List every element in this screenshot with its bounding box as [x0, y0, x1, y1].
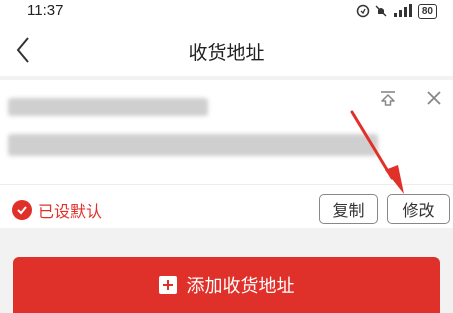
header: 收货地址	[0, 24, 453, 76]
divider	[0, 184, 453, 185]
plus-icon	[158, 276, 177, 294]
check-circle-icon	[12, 200, 32, 220]
address-name-obscured	[8, 98, 208, 116]
address-detail-obscured	[8, 134, 378, 156]
add-address-label: 添加收货地址	[186, 276, 295, 297]
nfc-icon	[356, 4, 370, 18]
page-title: 收货地址	[188, 42, 265, 64]
status-icons: 80	[356, 3, 437, 19]
mute-icon	[375, 5, 387, 17]
copy-button[interactable]: 复制	[319, 194, 378, 224]
close-icon[interactable]	[424, 88, 444, 108]
default-label: 已设默认	[38, 202, 103, 221]
status-bar: 11:37 80	[0, 0, 453, 24]
pin-top-icon[interactable]	[378, 88, 398, 108]
default-indicator[interactable]: 已设默认	[12, 198, 102, 222]
status-time: 11:37	[27, 2, 64, 19]
battery-icon: 80	[417, 3, 437, 19]
edit-button[interactable]: 修改	[387, 194, 450, 224]
address-card: 已设默认 复制 修改	[0, 80, 453, 228]
signal-icon	[393, 4, 412, 17]
add-address-button[interactable]: 添加收货地址	[13, 257, 440, 313]
